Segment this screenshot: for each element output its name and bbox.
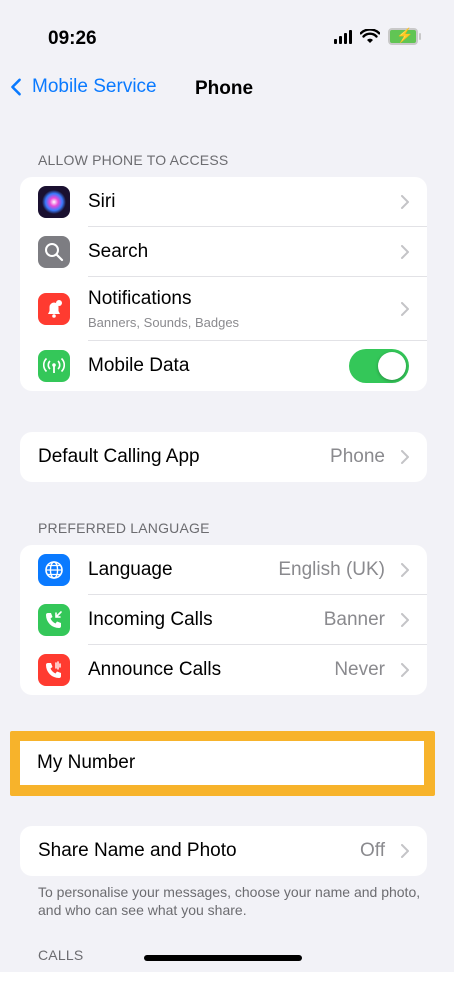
page-title: Phone [195,78,254,99]
toggle-knob [378,352,406,380]
row-search[interactable]: Search [20,227,427,277]
row-my-number[interactable]: My Number [20,741,424,785]
mobile-data-label: Mobile Data [88,355,190,376]
access-group: Siri Search Notifications Banners, Sound… [20,177,427,391]
share-value: Off [360,840,385,861]
default-calling-value: Phone [330,446,385,467]
default-calling-label: Default Calling App [38,446,200,467]
status-icons: ⚡ [334,27,421,45]
language-value: English (UK) [278,559,385,580]
incoming-calls-value: Banner [323,609,385,630]
status-bar: 09:26 ⚡ [0,0,454,70]
home-indicator [144,955,302,961]
chevron-right-icon [401,450,409,464]
battery-icon: ⚡ [388,27,421,45]
incoming-call-icon [38,604,70,636]
chevron-left-icon [11,78,21,96]
mobile-data-toggle[interactable] [349,349,409,383]
chevron-right-icon [401,663,409,677]
search-icon [38,236,70,268]
my-number-highlight: My Number [10,731,435,796]
default-calling-group: Default Calling App Phone [20,432,427,482]
section-header-access: ALLOW PHONE TO ACCESS [38,152,229,168]
back-label: Mobile Service [32,76,157,97]
siri-label: Siri [88,191,116,212]
language-group: Language English (UK) Incoming Calls Ban… [20,545,427,695]
chevron-right-icon [401,844,409,858]
signal-icon [334,29,352,44]
row-notifications[interactable]: Notifications Banners, Sounds, Badges [20,277,427,341]
row-incoming-calls[interactable]: Incoming Calls Banner [20,595,427,645]
wifi-icon [360,29,380,43]
announce-calls-value: Never [334,659,385,680]
share-label: Share Name and Photo [38,840,237,861]
chevron-right-icon [401,302,409,316]
notifications-label: Notifications [88,288,192,309]
chevron-right-icon [401,245,409,259]
section-header-calls: CALLS [38,947,84,963]
notifications-sublabel: Banners, Sounds, Badges [88,315,240,330]
siri-icon [38,186,70,218]
navigation-bar: Mobile Service Phone [0,74,454,106]
language-label: Language [88,559,173,580]
my-number-label: My Number [37,752,136,773]
row-default-calling-app[interactable]: Default Calling App Phone [20,432,427,482]
settings-screen: 09:26 ⚡ Mobile Service Phone ALLOW PHONE… [0,0,454,972]
chevron-right-icon [401,195,409,209]
section-header-language: PREFERRED LANGUAGE [38,520,210,536]
row-language[interactable]: Language English (UK) [20,545,427,595]
chevron-right-icon [401,563,409,577]
incoming-calls-label: Incoming Calls [88,609,213,630]
mobile-data-icon [38,350,70,382]
row-share-name-photo[interactable]: Share Name and Photo Off [20,826,427,876]
notifications-icon [38,293,70,325]
share-footer-text: To personalise your messages, choose you… [38,884,421,918]
status-time: 09:26 [48,28,97,49]
globe-icon [38,554,70,586]
back-button[interactable]: Mobile Service [10,76,157,98]
share-group: Share Name and Photo Off [20,826,427,876]
row-announce-calls[interactable]: Announce Calls Never [20,645,427,695]
row-siri[interactable]: Siri [20,177,427,227]
search-label: Search [88,241,149,262]
announce-call-icon [38,654,70,686]
announce-calls-label: Announce Calls [88,659,222,680]
row-mobile-data: Mobile Data [20,341,427,391]
chevron-right-icon [401,613,409,627]
